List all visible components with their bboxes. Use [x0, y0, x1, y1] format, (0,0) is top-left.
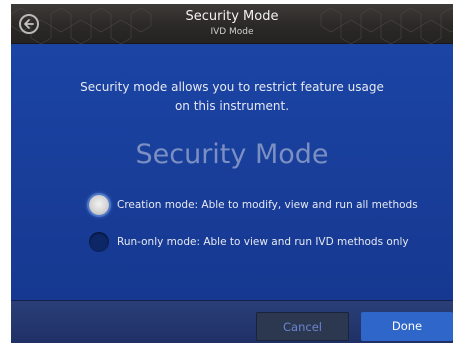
creation-mode-option[interactable]: Creation mode: Able to modify, view and … — [89, 193, 429, 217]
security-mode-heading: Security Mode — [135, 139, 329, 170]
page-subtitle: IVD Mode — [210, 27, 254, 37]
page-title: Security Mode — [185, 9, 279, 24]
description-text: Security mode allows you to restrict fea… — [11, 78, 453, 116]
run-only-mode-option[interactable]: Run-only mode: Able to view and run IVD … — [89, 230, 429, 254]
security-mode-dialog: Security Mode IVD Mode Security mode all… — [11, 4, 453, 343]
creation-mode-radio[interactable] — [89, 195, 109, 215]
content-area: Security mode allows you to restrict fea… — [11, 44, 453, 300]
done-button[interactable]: Done — [361, 312, 453, 341]
run-only-mode-label: Run-only mode: Able to view and run IVD … — [117, 236, 409, 248]
description-line-1: Security mode allows you to restrict fea… — [80, 80, 384, 94]
footer-bar: Cancel Done — [11, 300, 453, 343]
cancel-button[interactable]: Cancel — [256, 312, 349, 341]
run-only-mode-radio[interactable] — [89, 232, 109, 252]
header-bar: Security Mode IVD Mode — [11, 4, 453, 44]
description-line-2: on this instrument. — [174, 99, 290, 113]
creation-mode-label: Creation mode: Able to modify, view and … — [117, 199, 418, 211]
